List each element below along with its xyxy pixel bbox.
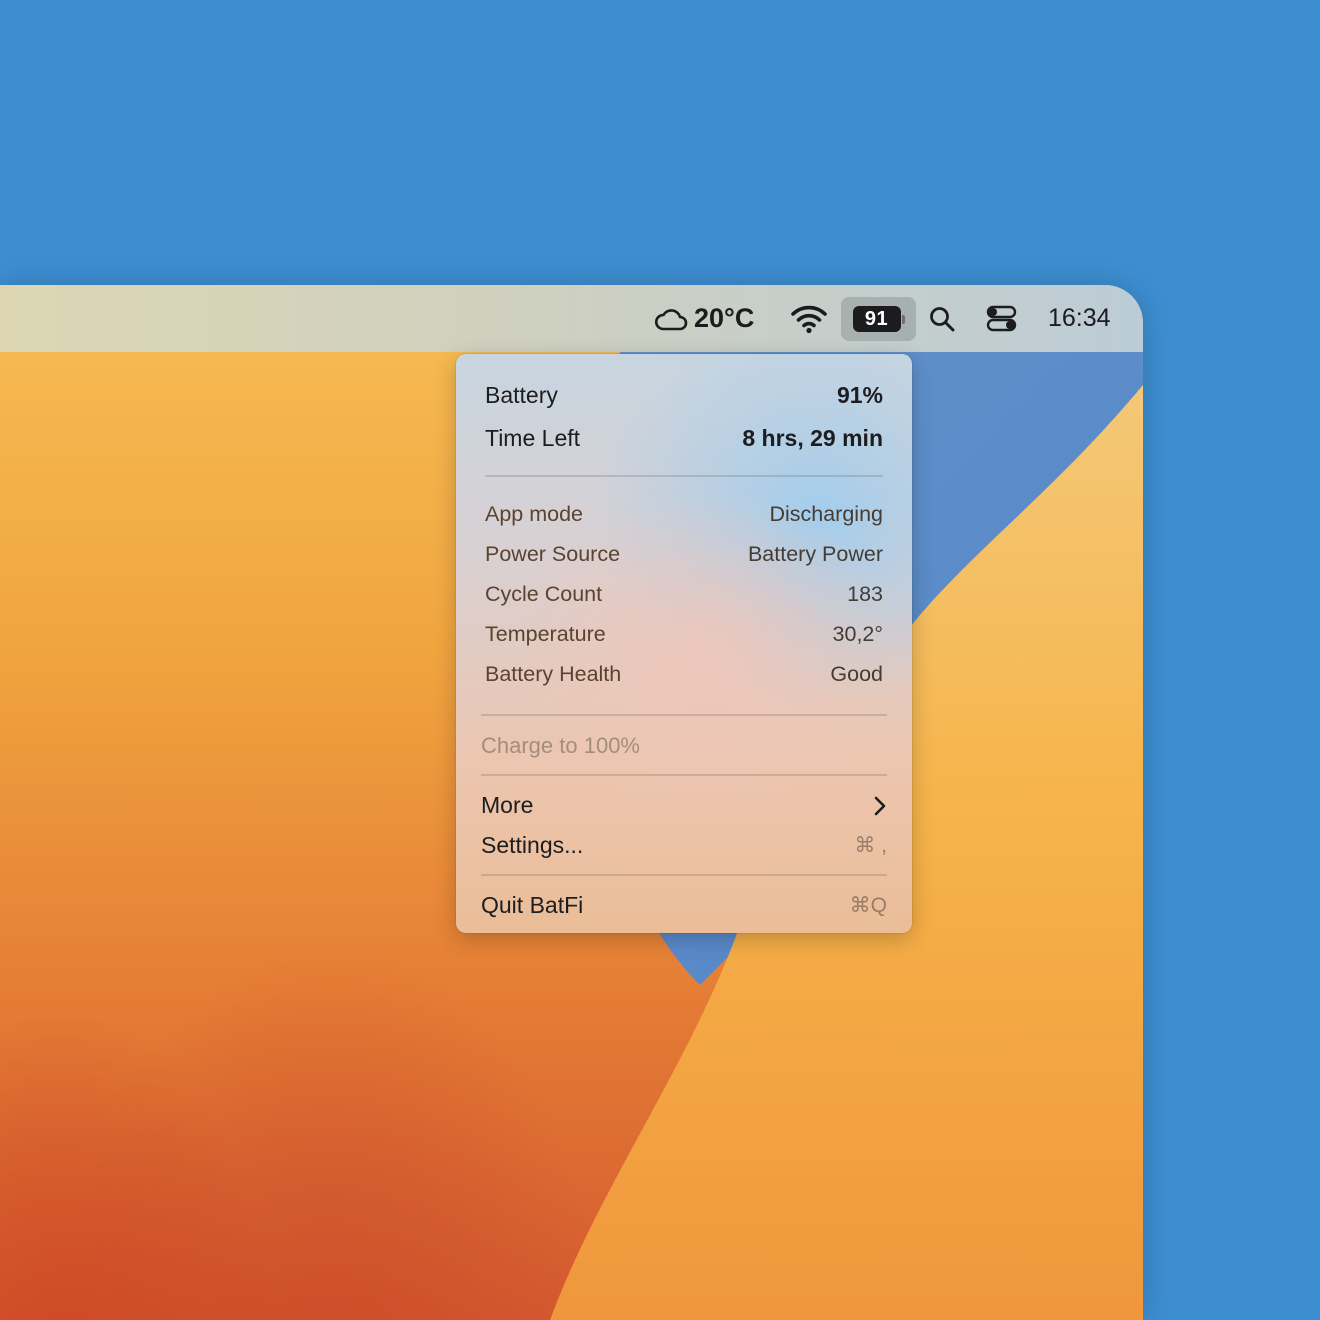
more-label: More	[481, 792, 534, 818]
wifi-icon	[791, 305, 827, 333]
weather-menu-item[interactable]: 20°C	[654, 285, 754, 352]
battery-label: Battery	[485, 382, 558, 408]
time-left-row: Time Left 8 hrs, 29 min	[485, 425, 883, 452]
search-icon	[930, 306, 955, 331]
charge-to-100-label: Charge to 100%	[481, 733, 640, 758]
cloud-icon	[654, 308, 688, 330]
battery-level-text: 91	[864, 307, 889, 330]
detail-row-battery-health: Battery Health Good	[485, 662, 883, 687]
control-center-icon	[986, 305, 1017, 331]
settings-label: Settings...	[481, 832, 584, 858]
menu-bar-clock[interactable]: 16:34	[1048, 285, 1111, 352]
menu-bar: 20°C	[0, 285, 1143, 352]
detail-row-power-source: Power Source Battery Power	[485, 542, 883, 567]
settings-menu-item[interactable]: Settings... ⌘ ,	[481, 832, 887, 859]
detail-label: App mode	[485, 502, 584, 526]
battery-terminal	[901, 314, 905, 324]
charge-to-100-menu-item[interactable]: Charge to 100%	[481, 733, 887, 759]
separator	[481, 774, 887, 776]
wifi-menu-item[interactable]	[790, 285, 828, 352]
detail-value: Good	[830, 662, 883, 686]
separator	[481, 874, 887, 876]
detail-row-cycle-count: Cycle Count 183	[485, 582, 883, 607]
detail-label: Battery Health	[485, 662, 622, 686]
weather-temperature: 20°C	[694, 303, 755, 333]
quit-label: Quit BatFi	[481, 892, 584, 918]
detail-value: 30,2°	[832, 622, 883, 646]
batfi-dropdown-menu: Battery 91% Time Left 8 hrs, 29 min App …	[456, 354, 912, 933]
detail-row-app-mode: App mode Discharging	[485, 502, 883, 527]
quit-shortcut: ⌘Q	[849, 894, 887, 917]
battery-row: Battery 91%	[485, 382, 883, 409]
settings-shortcut: ⌘ ,	[854, 834, 887, 857]
battery-icon: 91	[852, 306, 901, 332]
separator	[481, 714, 887, 716]
battery-value: 91%	[836, 382, 883, 408]
quit-menu-item[interactable]: Quit BatFi ⌘Q	[481, 892, 887, 919]
time-left-label: Time Left	[485, 425, 581, 451]
chevron-right-icon	[874, 796, 886, 815]
more-menu-item[interactable]: More	[481, 792, 887, 819]
control-center-menu-item[interactable]	[986, 285, 1018, 352]
detail-label: Cycle Count	[485, 582, 603, 606]
detail-label: Temperature	[485, 622, 606, 646]
detail-label: Power Source	[485, 542, 621, 566]
detail-value: Discharging	[769, 502, 883, 526]
time-left-value: 8 hrs, 29 min	[742, 425, 883, 451]
detail-value: 183	[847, 582, 883, 606]
spotlight-menu-item[interactable]	[928, 285, 956, 352]
separator	[485, 475, 883, 477]
detail-row-temperature: Temperature 30,2°	[485, 622, 883, 647]
battery-menu-button[interactable]: 91	[841, 297, 916, 341]
detail-value: Battery Power	[747, 542, 883, 566]
